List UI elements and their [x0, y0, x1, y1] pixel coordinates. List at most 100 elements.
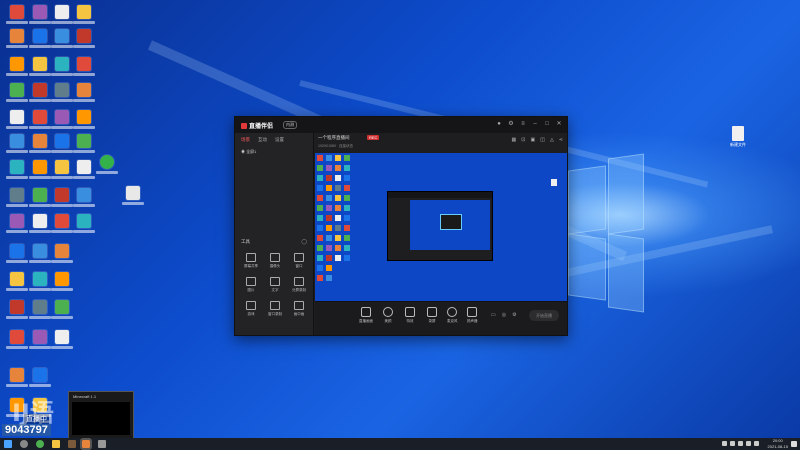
tool-window-record[interactable]: 窗口录制: [263, 301, 287, 317]
stream-title[interactable]: 一个程序直播间: [318, 135, 350, 141]
chart-icon[interactable]: ▦: [512, 137, 517, 143]
desktop-icon[interactable]: [6, 272, 28, 291]
clock[interactable]: 20:00 2021-08-15: [768, 438, 788, 450]
desktop-icon[interactable]: [6, 300, 28, 319]
speaker-button[interactable]: 扬声器: [467, 307, 478, 324]
tray-icon[interactable]: [730, 441, 735, 446]
desktop-icon[interactable]: [29, 214, 51, 233]
tool-camera[interactable]: 摄像头: [263, 253, 287, 269]
share-icon[interactable]: ⋖: [559, 137, 563, 143]
desktop-icon[interactable]: [51, 134, 73, 153]
desktop-icon[interactable]: [6, 244, 28, 263]
taskbar-thumbnail-popup[interactable]: Minecraft 1.1: [68, 391, 134, 438]
desktop-icon-file[interactable]: 新建文件: [730, 126, 746, 148]
desktop-icon[interactable]: [73, 5, 95, 24]
desktop-icon[interactable]: [29, 272, 51, 291]
desktop-icon[interactable]: [6, 330, 28, 349]
bell-icon[interactable]: ◬: [550, 137, 554, 143]
desktop-icon[interactable]: [51, 272, 73, 291]
desktop-icon[interactable]: [29, 244, 51, 263]
desktop-icon[interactable]: [29, 160, 51, 179]
minecraft-icon[interactable]: [68, 440, 76, 448]
search-icon[interactable]: [20, 440, 28, 448]
minimize-icon[interactable]: –: [531, 120, 539, 128]
add-tool-icon[interactable]: ◯: [301, 239, 307, 245]
stream-preview[interactable]: [315, 153, 567, 301]
volume-icon[interactable]: [754, 441, 759, 446]
desktop-icon[interactable]: [6, 5, 28, 24]
live-view-button[interactable]: 直播画面: [359, 307, 373, 324]
desktop-icon[interactable]: [73, 83, 95, 102]
desktop-icon[interactable]: [29, 368, 51, 387]
desktop-icon[interactable]: [73, 134, 95, 153]
browser-icon[interactable]: [36, 440, 44, 448]
network-icon[interactable]: [746, 441, 751, 446]
desktop-icon[interactable]: [29, 83, 51, 102]
desktop-icon[interactable]: [73, 29, 95, 48]
gift-icon[interactable]: ◫: [540, 137, 545, 143]
desktop-icon[interactable]: [29, 57, 51, 76]
desktop-icon[interactable]: [6, 57, 28, 76]
tab-scene[interactable]: 场景: [241, 137, 250, 143]
desktop-icon[interactable]: [51, 83, 73, 102]
start-icon[interactable]: [4, 440, 12, 448]
desktop-icon-document[interactable]: [122, 186, 144, 205]
tray-icon[interactable]: [738, 441, 743, 446]
start-live-button[interactable]: 开始直播: [529, 310, 559, 321]
desktop-icon[interactable]: [51, 29, 73, 48]
desktop-icon[interactable]: [51, 160, 73, 179]
menu-icon[interactable]: ≡: [519, 120, 527, 128]
desktop-icon[interactable]: [73, 160, 95, 179]
streaming-app-window[interactable]: 直播伴侣 内测 ● ⚙ ≡ – □ ✕ 场景 互动 设置 ◉ 全屏1 工具 ◯: [234, 116, 568, 336]
live-app-taskbar-icon[interactable]: [80, 438, 92, 450]
desktop-icon[interactable]: [6, 110, 28, 129]
desktop-icon[interactable]: [51, 330, 73, 349]
settings-icon[interactable]: ⚙: [507, 120, 515, 128]
desktop-icon[interactable]: [73, 188, 95, 207]
circle-icon[interactable]: ◎: [502, 312, 506, 318]
app-taskbar-icon[interactable]: [98, 440, 106, 448]
desktop-icon[interactable]: [29, 5, 51, 24]
desktop-icon-app[interactable]: [96, 155, 118, 174]
lock-icon[interactable]: ⊡: [521, 137, 525, 143]
tab-interact[interactable]: 互动: [258, 137, 267, 143]
tray-icon[interactable]: [722, 441, 727, 446]
desktop-icon[interactable]: [51, 110, 73, 129]
desktop-icon[interactable]: [6, 134, 28, 153]
desktop-icon[interactable]: [73, 214, 95, 233]
desktop-icon[interactable]: [51, 214, 73, 233]
record-button[interactable]: 录屏: [427, 307, 437, 324]
effects-button[interactable]: 特效: [405, 307, 415, 324]
desktop-icon[interactable]: [51, 5, 73, 24]
tab-settings[interactable]: 设置: [275, 137, 284, 143]
notification-icon[interactable]: [791, 441, 797, 447]
tool-game[interactable]: 游戏: [239, 301, 263, 317]
desktop-icon[interactable]: [29, 330, 51, 349]
tool-image[interactable]: 图片: [239, 277, 263, 293]
desktop-icon[interactable]: [73, 57, 95, 76]
tool-window[interactable]: 窗口: [287, 253, 311, 269]
beauty-button[interactable]: 美颜: [383, 307, 393, 324]
desktop-icon[interactable]: [6, 188, 28, 207]
desktop-icon[interactable]: [6, 160, 28, 179]
scene-item[interactable]: ◉ 全屏1: [241, 149, 256, 155]
desktop-icon[interactable]: [73, 110, 95, 129]
desktop-icon[interactable]: [6, 368, 28, 387]
tool-screen-share[interactable]: 屏幕共享: [239, 253, 263, 269]
folder-icon[interactable]: [52, 440, 60, 448]
version-badge[interactable]: 内测: [283, 121, 297, 129]
desktop-icon[interactable]: [51, 300, 73, 319]
desktop-icon[interactable]: [51, 188, 73, 207]
desktop-icon[interactable]: [6, 83, 28, 102]
desktop-icon[interactable]: [29, 110, 51, 129]
desktop-icon[interactable]: [51, 244, 73, 263]
save-icon[interactable]: ▣: [530, 137, 535, 143]
tool-text[interactable]: 文字: [263, 277, 287, 293]
desktop-icon[interactable]: [29, 29, 51, 48]
gear-icon[interactable]: ⚙: [512, 312, 516, 318]
desktop-icon[interactable]: [29, 300, 51, 319]
maximize-icon[interactable]: □: [543, 120, 551, 128]
avatar-icon[interactable]: ●: [495, 120, 503, 128]
tool-pip[interactable]: 画中画: [287, 301, 311, 317]
desktop-icon[interactable]: [29, 188, 51, 207]
